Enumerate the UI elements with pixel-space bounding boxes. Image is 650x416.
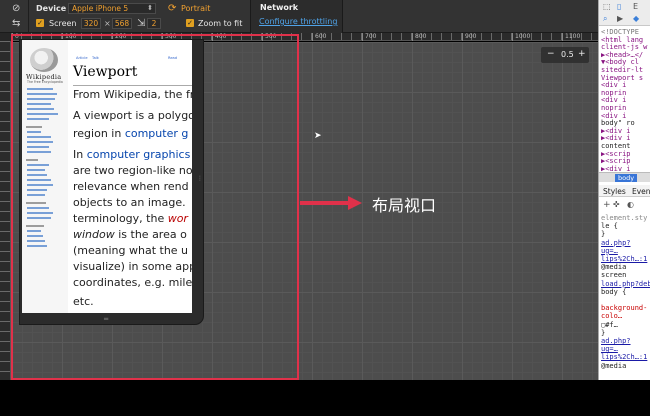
screen-label: Screen — [49, 19, 77, 28]
tab-styles[interactable]: Styles — [603, 187, 626, 196]
style-source-link[interactable]: lips%2Ch…:1 — [601, 353, 647, 361]
ruler-tick-label: 700 — [362, 33, 376, 41]
device-scale-input[interactable]: 2 — [147, 18, 161, 29]
style-rule-line: } — [601, 230, 606, 239]
scale-icon: ⇲ — [137, 18, 146, 29]
annotation-arrow-head — [348, 196, 362, 210]
orientation-button[interactable]: Portrait — [181, 4, 210, 13]
style-rule-line: background- — [601, 304, 648, 313]
zoom-to-fit-checkbox[interactable]: ✓ — [186, 19, 194, 27]
network-panel: Network Configure throttling — [250, 0, 343, 33]
console-icon[interactable]: ▶ — [617, 14, 623, 23]
network-title: Network — [260, 3, 299, 12]
ruler-tick-label: 1000 — [512, 33, 530, 41]
configure-throttling-link[interactable]: Configure throttling — [259, 17, 337, 26]
search-icon[interactable]: ⌕ — [603, 14, 607, 24]
annotation-arrow-shaft — [300, 201, 350, 205]
zoom-control: − 0.5 + — [541, 47, 589, 63]
style-rule-line: ▢#f… — [601, 320, 618, 329]
layout-viewport-outline — [11, 34, 299, 380]
ruler-tick-label: 900 — [462, 33, 476, 41]
screen-height-input[interactable]: 568 — [112, 18, 132, 29]
mouse-cursor-icon: ➤ — [314, 131, 322, 141]
elements-tab-icon[interactable]: E — [633, 2, 638, 11]
styles-tabs: Styles Event — [599, 185, 650, 197]
style-rule-line: le { — [601, 222, 618, 231]
style-rule-line: element.sty — [601, 214, 648, 222]
screen-size-separator: × — [104, 19, 111, 28]
ruler-tick-label: 1100 — [562, 33, 580, 41]
ruler-tick-label: 800 — [412, 33, 426, 41]
vertical-ruler — [0, 41, 11, 380]
color-format-icon[interactable]: ◐ — [627, 200, 634, 209]
device-select-value: Apple iPhone 5 — [72, 4, 129, 13]
style-rule-line: screen — [601, 271, 627, 280]
bottom-band — [0, 380, 650, 416]
style-source-link[interactable]: ad.php? — [601, 337, 631, 345]
breadcrumb-body[interactable]: body — [615, 174, 638, 182]
screen-width-input[interactable]: 320 — [81, 18, 101, 29]
style-source-link[interactable]: ad.php? — [601, 239, 631, 247]
add-rule-icon[interactable]: + — [603, 200, 611, 210]
style-rule-line: } — [601, 328, 606, 337]
ruler-tick-label: 600 — [312, 33, 326, 41]
chevron-down-icon: ⬍ — [147, 4, 153, 12]
style-source-link[interactable]: ug=… — [601, 247, 618, 255]
style-source-link[interactable]: lips%2Ch…:1 — [601, 255, 647, 263]
device-label: Device — [36, 4, 67, 13]
inspect-icon[interactable]: ⬚ — [603, 2, 611, 11]
zoom-in-button[interactable]: + — [578, 49, 586, 59]
rotate-icon[interactable]: ⟳ — [168, 4, 176, 14]
style-rule-line: body { — [601, 287, 627, 296]
zoom-out-button[interactable]: − — [547, 49, 555, 59]
devtools-elements-panel: ⬚ ▯ E ⌕ ▶ ◆ <!DOCTYPE <html lang client-js… — [598, 0, 650, 380]
zoom-to-fit-label: Zoom to fit — [198, 19, 243, 28]
zoom-level: 0.5 — [561, 50, 574, 59]
toggle-emulation-icon[interactable]: ⇆ — [12, 19, 20, 29]
no-entry-icon[interactable]: ⊘ — [12, 4, 20, 14]
breadcrumb: body — [599, 172, 650, 182]
device-select[interactable]: Apple iPhone 5 ⬍ — [68, 3, 156, 14]
screen-checkbox[interactable]: ✓ — [36, 19, 44, 27]
toolbar-divider — [28, 0, 29, 33]
sources-icon[interactable]: ◆ — [633, 14, 639, 23]
devtools-emulation-screen: ⊘ ⇆ Device Apple iPhone 5 ⬍ ⟳ Portrait ✓… — [0, 0, 650, 416]
style-rule-line: @media — [601, 361, 627, 370]
style-source-link[interactable]: ug=… — [601, 345, 618, 353]
style-source-link[interactable]: load.php?deb — [601, 280, 650, 288]
device-mode-icon[interactable]: ▯ — [617, 2, 621, 11]
tab-event-listeners[interactable]: Event — [632, 187, 650, 196]
devtools-toolbar: ⬚ ▯ E ⌕ ▶ ◆ — [599, 0, 650, 26]
ruler-corner — [0, 33, 11, 41]
layout-viewport-annotation: 布局视口 — [372, 196, 437, 215]
style-rule-line: colo… — [601, 312, 623, 321]
pin-icon[interactable]: ✜ — [613, 200, 620, 209]
style-rule-line: @media — [601, 263, 627, 272]
